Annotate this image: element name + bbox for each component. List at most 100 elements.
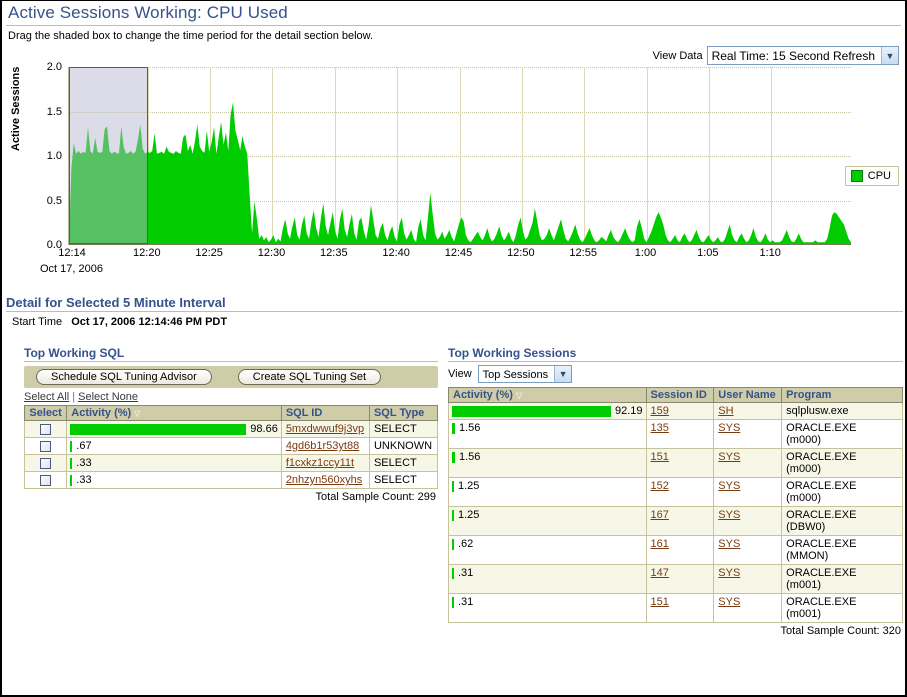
time-selection-box[interactable] bbox=[69, 67, 148, 244]
th-session-id[interactable]: Session ID bbox=[646, 388, 714, 403]
row-select-cell bbox=[25, 472, 67, 489]
legend-swatch-cpu bbox=[851, 170, 863, 182]
schedule-sql-tuning-advisor-button[interactable]: Schedule SQL Tuning Advisor bbox=[36, 369, 212, 385]
user-name-link[interactable]: SYS bbox=[718, 480, 740, 492]
activity-value: 92.19 bbox=[615, 405, 643, 417]
select-none-link[interactable]: Select None bbox=[78, 391, 138, 403]
row-activity-cell: .31 bbox=[449, 594, 647, 623]
page-frame: Active Sessions Working: CPU Used Drag t… bbox=[0, 0, 907, 697]
user-name-link[interactable]: SYS bbox=[718, 596, 740, 608]
activity-bar bbox=[70, 424, 246, 435]
activity-bar bbox=[70, 475, 72, 486]
x-tick-label: 12:55 bbox=[569, 247, 597, 259]
th-user-name[interactable]: User Name bbox=[714, 388, 782, 403]
row-session-id-cell: 147 bbox=[646, 565, 714, 594]
row-activity-cell: 98.66 bbox=[67, 421, 282, 438]
row-activity-cell: 1.25 bbox=[449, 478, 647, 507]
session-id-link[interactable]: 152 bbox=[651, 480, 669, 492]
activity-value: 98.66 bbox=[250, 423, 278, 435]
table-row: 92.19159SHsqlplusw.exe bbox=[449, 403, 903, 420]
y-tick-label: 2.0 bbox=[28, 61, 62, 73]
activity-value: .31 bbox=[458, 567, 473, 579]
activity-bar-cell: 92.19 bbox=[452, 405, 643, 417]
row-program-cell: ORACLE.EXE(m000) bbox=[782, 449, 903, 478]
session-id-link[interactable]: 159 bbox=[651, 405, 669, 417]
x-tick-label: 12:45 bbox=[445, 247, 473, 259]
top-working-sessions-pane: Top Working Sessions View Top Sessions ▼… bbox=[448, 346, 903, 637]
row-user-name-cell: SYS bbox=[714, 565, 782, 594]
select-all-link[interactable]: Select All bbox=[24, 391, 69, 403]
row-program-cell: ORACLE.EXE(m000) bbox=[782, 420, 903, 449]
activity-bar bbox=[70, 458, 72, 469]
activity-value: .33 bbox=[76, 457, 91, 469]
top-sessions-divider bbox=[448, 361, 903, 362]
th-sessions-activity[interactable]: Activity (%) ▽ bbox=[449, 388, 647, 403]
th-sql-id[interactable]: SQL ID bbox=[281, 406, 369, 421]
y-tick-label: 0.0 bbox=[28, 239, 62, 251]
sql-id-link[interactable]: 2nhzyn560xyhs bbox=[286, 474, 362, 486]
th-program[interactable]: Program bbox=[782, 388, 903, 403]
x-tick-label: 12:35 bbox=[320, 247, 348, 259]
sql-id-link[interactable]: 5mxdwwuf9j3vp bbox=[286, 423, 364, 435]
create-sql-tuning-set-button[interactable]: Create SQL Tuning Set bbox=[238, 369, 381, 385]
row-program-cell: ORACLE.EXE(m000) bbox=[782, 478, 903, 507]
th-activity[interactable]: Activity (%) ▽ bbox=[67, 406, 282, 421]
activity-bar bbox=[452, 406, 611, 417]
sessions-view-select[interactable]: Top Sessions ▼ bbox=[478, 365, 572, 383]
row-user-name-cell: SYS bbox=[714, 507, 782, 536]
row-activity-cell: .62 bbox=[449, 536, 647, 565]
cpu-area-series bbox=[69, 67, 851, 244]
th-select[interactable]: Select bbox=[25, 406, 67, 421]
session-id-link[interactable]: 135 bbox=[651, 422, 669, 434]
activity-bar bbox=[452, 423, 455, 434]
row-sql-type-cell: SELECT bbox=[369, 455, 437, 472]
table-row: .33 f1cxkz1ccy11t SELECT bbox=[25, 455, 438, 472]
row-checkbox[interactable] bbox=[40, 475, 51, 486]
row-user-name-cell: SYS bbox=[714, 420, 782, 449]
sql-id-link[interactable]: 4gd6b1r53yt88 bbox=[286, 440, 359, 452]
session-id-link[interactable]: 151 bbox=[651, 596, 669, 608]
th-sql-type[interactable]: SQL Type bbox=[369, 406, 437, 421]
row-select-cell bbox=[25, 421, 67, 438]
session-id-link[interactable]: 161 bbox=[651, 538, 669, 550]
activity-bar-cell: 1.25 bbox=[452, 509, 643, 521]
chart-plot-area[interactable] bbox=[68, 67, 851, 245]
row-activity-cell: 1.25 bbox=[449, 507, 647, 536]
top-sessions-title: Top Working Sessions bbox=[448, 346, 903, 360]
row-checkbox[interactable] bbox=[40, 424, 51, 435]
user-name-link[interactable]: SYS bbox=[718, 422, 740, 434]
row-checkbox[interactable] bbox=[40, 458, 51, 469]
start-time-label: Start Time bbox=[12, 316, 62, 328]
user-name-link[interactable]: SYS bbox=[718, 567, 740, 579]
row-sql-type-cell: SELECT bbox=[369, 421, 437, 438]
table-row: 1.25 152 SYS ORACLE.EXE(m000) bbox=[449, 478, 903, 507]
row-session-id-cell: 161 bbox=[646, 536, 714, 565]
top-sessions-header-row: Activity (%) ▽ Session ID User Name Prog… bbox=[449, 388, 903, 403]
row-checkbox[interactable] bbox=[40, 441, 51, 452]
activity-bar-cell: 1.25 bbox=[452, 480, 643, 492]
table-row: .31151SYSORACLE.EXE(m001) bbox=[449, 594, 903, 623]
user-name-link[interactable]: SYS bbox=[718, 509, 740, 521]
user-name-link[interactable]: SYS bbox=[718, 451, 740, 463]
user-name-link[interactable]: SYS bbox=[718, 538, 740, 550]
table-row: 1.56135SYSORACLE.EXE(m000) bbox=[449, 420, 903, 449]
session-id-link[interactable]: 151 bbox=[651, 451, 669, 463]
row-program-cell: ORACLE.EXE(MMON) bbox=[782, 536, 903, 565]
table-row: .31 147 SYS ORACLE.EXE(m001) bbox=[449, 565, 903, 594]
chart-legend: CPU bbox=[845, 166, 899, 186]
activity-bar bbox=[452, 452, 455, 463]
row-program-cell: ORACLE.EXE(m001) bbox=[782, 565, 903, 594]
activity-bar-cell: .33 bbox=[70, 457, 278, 469]
x-tick-label: 12:40 bbox=[382, 247, 410, 259]
row-sql-id-cell: 2nhzyn560xyhs bbox=[281, 472, 369, 489]
activity-bar bbox=[452, 597, 454, 608]
active-sessions-chart[interactable]: Active Sessions 2.01.51.00.50.0 12:1412:… bbox=[2, 61, 907, 296]
top-sql-header-row: Select Activity (%) ▽ SQL ID SQL Type bbox=[25, 406, 438, 421]
top-working-sql-pane: Top Working SQL Schedule SQL Tuning Advi… bbox=[24, 346, 438, 503]
session-id-link[interactable]: 147 bbox=[651, 567, 669, 579]
row-session-id-cell: 135 bbox=[646, 420, 714, 449]
row-session-id-cell: 159 bbox=[646, 403, 714, 420]
session-id-link[interactable]: 167 bbox=[651, 509, 669, 521]
user-name-link[interactable]: SH bbox=[718, 405, 733, 417]
sql-id-link[interactable]: f1cxkz1ccy11t bbox=[286, 457, 354, 469]
